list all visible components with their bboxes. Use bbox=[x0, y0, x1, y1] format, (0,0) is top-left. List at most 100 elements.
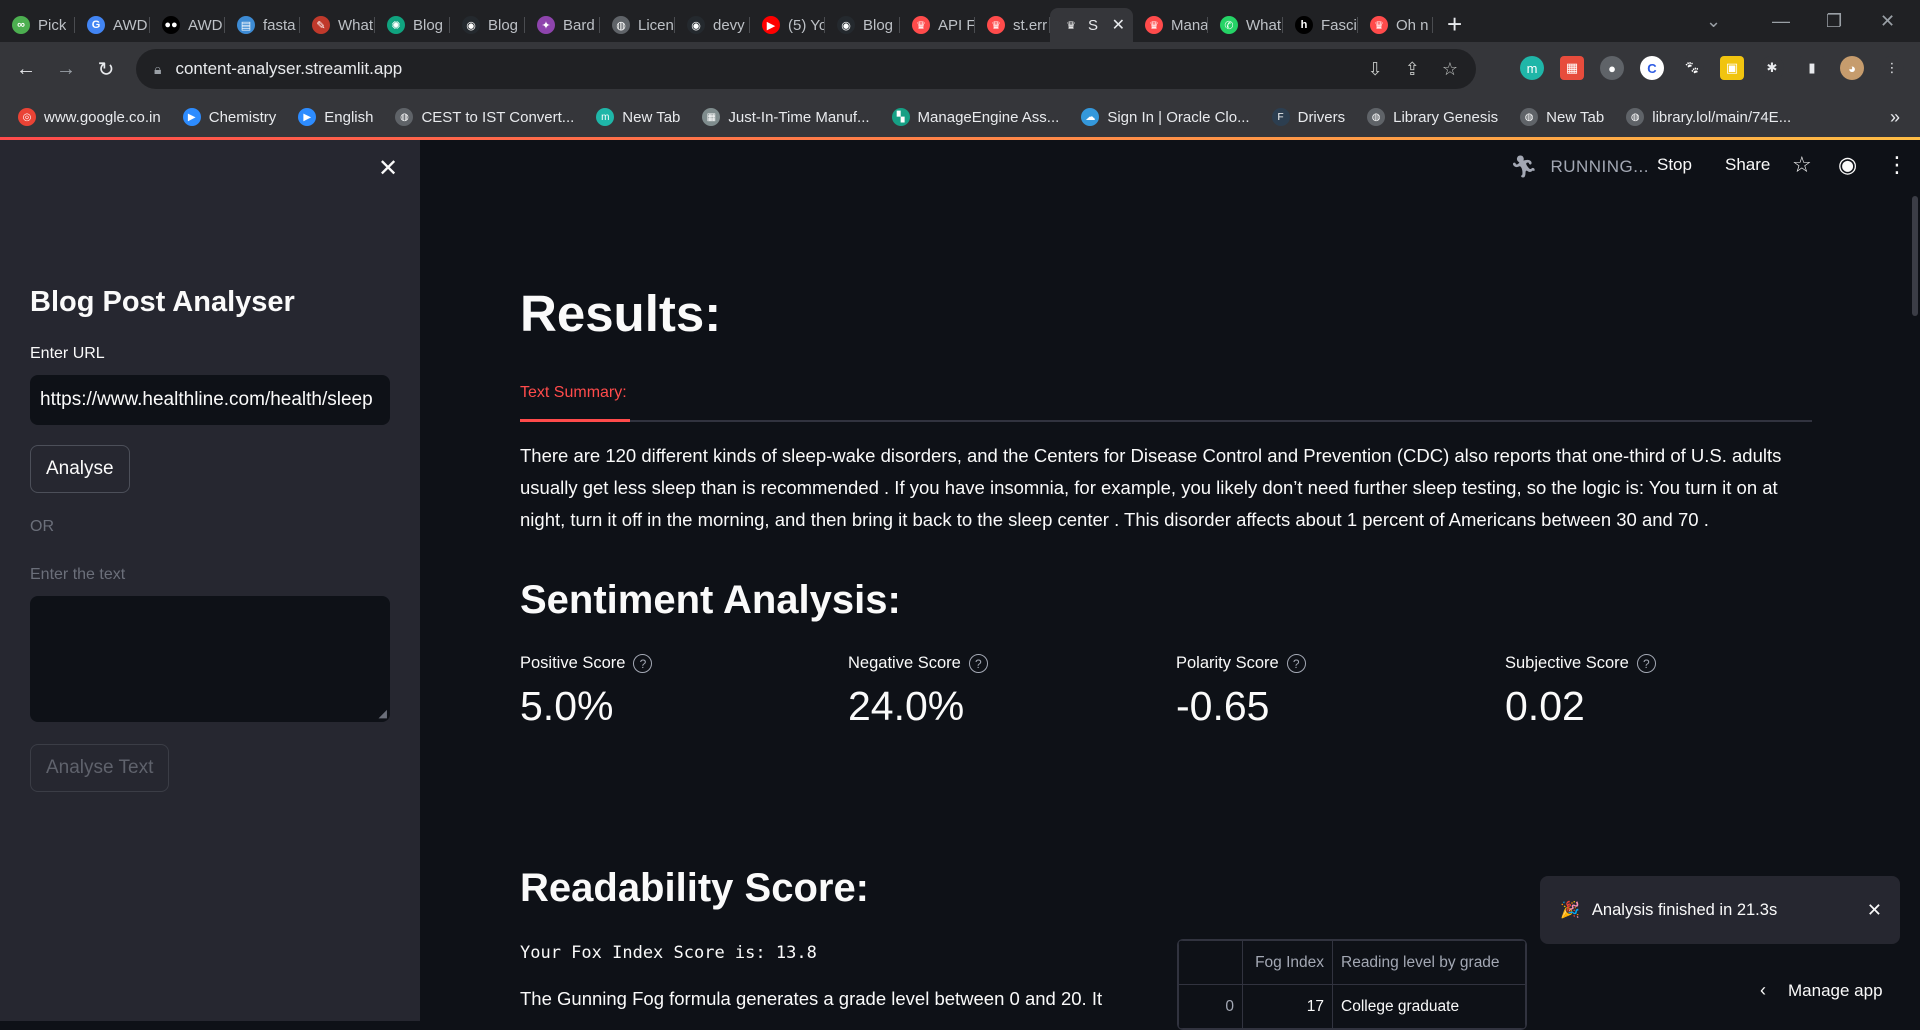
bookmark-item[interactable]: ◍ library.lol/main/74E... bbox=[1626, 108, 1791, 126]
share-page-icon[interactable]: ⇪ bbox=[1405, 59, 1420, 80]
metric-value: -0.65 bbox=[1176, 683, 1270, 729]
bookmark-list: ◎ www.google.co.in ▶ Chemistry ▶ English ◍ CEST… bbox=[18, 108, 1813, 126]
browser-tab[interactable]: ✺ Blog bbox=[375, 8, 450, 42]
side-panel-icon[interactable]: ▮ bbox=[1800, 56, 1824, 80]
sidebar: ✕ Blog Post Analyser Enter URL https://w… bbox=[0, 140, 420, 1021]
install-app-icon[interactable]: ⇩ bbox=[1368, 59, 1383, 80]
browser-tab[interactable]: ♛ S ✕ bbox=[1050, 8, 1133, 42]
metric-label: Negative Score bbox=[848, 654, 961, 672]
bookmark-star-icon[interactable]: ☆ bbox=[1442, 59, 1458, 80]
browser-tab[interactable]: ✎ What bbox=[300, 8, 375, 42]
bookmark-item[interactable]: ▶ Chemistry bbox=[182, 108, 276, 126]
extension-m-icon[interactable]: m bbox=[1520, 56, 1544, 80]
column-header-reading-level[interactable]: Reading level by grade bbox=[1332, 940, 1526, 985]
extension-gray-icon[interactable]: ● bbox=[1600, 56, 1624, 80]
column-header-fog-index[interactable]: Fog Index bbox=[1242, 940, 1333, 985]
bookmark-item[interactable]: ▶ English bbox=[298, 108, 373, 126]
resize-grip-icon[interactable]: ◢ bbox=[379, 707, 387, 720]
help-icon[interactable]: ? bbox=[1636, 654, 1656, 673]
new-tab-button[interactable]: + bbox=[1447, 9, 1462, 40]
table-header-row: Fog Index Reading level by grade bbox=[1178, 940, 1526, 985]
bookmark-item[interactable]: ◍ Library Genesis bbox=[1367, 108, 1498, 126]
tab-search-icon[interactable]: ⌄ bbox=[1706, 0, 1721, 42]
url-input[interactable]: https://www.healthline.com/health/sleep bbox=[30, 375, 390, 425]
browser-tab[interactable]: ▤ fasta bbox=[225, 8, 300, 42]
back-icon[interactable]: ← bbox=[6, 58, 46, 81]
tab-label: Pick bbox=[38, 16, 67, 34]
extension-paw-icon[interactable]: 🐾︎ bbox=[1680, 56, 1704, 80]
extension-red-icon[interactable]: ▦ bbox=[1560, 56, 1584, 80]
browser-menu-icon[interactable]: ⋮ bbox=[1880, 56, 1904, 80]
browser-tab[interactable]: ▶ (5) Yo bbox=[750, 8, 825, 42]
bookmark-item[interactable]: m New Tab bbox=[596, 108, 680, 126]
toast-close-icon[interactable]: ✕ bbox=[1867, 900, 1882, 921]
browser-tab[interactable]: ♛ st.err bbox=[975, 8, 1050, 42]
extension-c-icon[interactable]: C bbox=[1640, 56, 1664, 80]
browser-tab[interactable]: ♛ Mana bbox=[1133, 8, 1208, 42]
bookmarks-overflow-icon[interactable]: » bbox=[1890, 107, 1900, 128]
tab-label: Bard bbox=[563, 16, 595, 34]
bookmark-item[interactable]: ◎ www.google.co.in bbox=[18, 108, 161, 126]
readability-title: Readability Score: bbox=[520, 866, 870, 910]
extensions-puzzle-icon[interactable]: ✱ bbox=[1760, 56, 1784, 80]
browser-tab[interactable]: ●● AWD bbox=[150, 8, 225, 42]
browser-tab[interactable]: ✆ What bbox=[1208, 8, 1283, 42]
profile-avatar[interactable]: ◕ bbox=[1840, 56, 1864, 80]
metric-label: Positive Score bbox=[520, 654, 626, 672]
tab-label: What bbox=[338, 16, 374, 34]
bookmark-item[interactable]: ▚ ManageEngine Ass... bbox=[891, 108, 1059, 126]
bookmark-item[interactable]: F Drivers bbox=[1271, 108, 1345, 126]
column-header-index[interactable] bbox=[1178, 940, 1243, 985]
table-row: 0 17 College graduate bbox=[1178, 984, 1526, 1029]
browser-tab[interactable]: ◉ Blog bbox=[450, 8, 525, 42]
extension-folder-icon[interactable]: ▣ bbox=[1720, 56, 1744, 80]
globe-icon: ◍ bbox=[612, 16, 630, 34]
browser-tab[interactable]: ∞ Pick bbox=[0, 8, 75, 42]
bookmark-item[interactable]: ▦ Just-In-Time Manuf... bbox=[702, 108, 870, 126]
text-input-area[interactable]: ◢ bbox=[30, 596, 390, 722]
browser-tab[interactable]: ◉ devy bbox=[675, 8, 750, 42]
gunning-fog-description: The Gunning Fog formula generates a grad… bbox=[520, 988, 1103, 1009]
browser-tab[interactable]: ◉ Blog bbox=[825, 8, 900, 42]
bookmark-item[interactable]: ◍ New Tab bbox=[1520, 108, 1604, 126]
reload-icon[interactable]: ↻ bbox=[86, 57, 126, 82]
globe-icon: ◍ bbox=[395, 108, 414, 126]
m-icon: m bbox=[596, 108, 615, 126]
manage-app-button[interactable]: ‹ Manage app bbox=[1760, 980, 1883, 1001]
bookmark-item[interactable]: ◍ CEST to IST Convert... bbox=[395, 108, 574, 126]
analyse-text-button[interactable]: Analyse Text bbox=[30, 744, 170, 792]
manageengine-icon: ▚ bbox=[891, 108, 910, 126]
crown-icon: ♛ bbox=[912, 16, 930, 34]
app-menu-icon[interactable]: ⋮ bbox=[1886, 152, 1908, 178]
browser-tab[interactable]: ◍ Licen bbox=[600, 8, 675, 42]
browser-tab[interactable]: ✦ Bard bbox=[525, 8, 600, 42]
browser-tab[interactable]: G AWD bbox=[75, 8, 150, 42]
help-icon[interactable]: ? bbox=[633, 654, 653, 673]
github-icon: ◉ bbox=[837, 16, 855, 34]
ftx-icon: F bbox=[1271, 108, 1290, 126]
tab-close-icon[interactable]: ✕ bbox=[1112, 15, 1125, 35]
bookmark-item[interactable]: ☁ Sign In | Oracle Clo... bbox=[1081, 108, 1250, 126]
minimize-icon[interactable]: — bbox=[1772, 0, 1790, 42]
browser-tab[interactable]: ♛ Oh n bbox=[1358, 8, 1433, 42]
github-icon: ◉ bbox=[687, 16, 705, 34]
help-icon[interactable]: ? bbox=[968, 654, 988, 673]
crown-icon: ♛ bbox=[1145, 16, 1163, 34]
sidebar-close-icon[interactable]: ✕ bbox=[378, 154, 398, 183]
browser-tab-strip: ∞ Pick G AWD ●● AWD ▤ fasta ✎ What ✺ Blog ◉ Blog ✦ Bard… bbox=[0, 0, 1920, 42]
analyse-button[interactable]: Analyse bbox=[30, 445, 130, 493]
help-icon[interactable]: ? bbox=[1286, 654, 1306, 673]
tab-label: st.err bbox=[1013, 16, 1048, 34]
tab-label: fasta bbox=[263, 16, 296, 34]
forward-icon[interactable]: → bbox=[46, 58, 86, 81]
tab-text-summary[interactable]: Text Summary: bbox=[520, 382, 630, 422]
main-scrollbar[interactable] bbox=[1912, 196, 1918, 316]
readability-table[interactable]: Fog Index Reading level by grade 0 17 Co… bbox=[1177, 939, 1527, 1030]
globe-icon: ◍ bbox=[1626, 108, 1645, 126]
browser-tab[interactable]: ♛ API F bbox=[900, 8, 975, 42]
restore-icon[interactable]: ❐ bbox=[1826, 0, 1842, 42]
github-icon[interactable]: ◉ bbox=[1838, 152, 1857, 178]
address-bar[interactable]: 🔒︎ content-analyser.streamlit.app ⇩ ⇪ ☆ bbox=[136, 49, 1476, 89]
browser-tab[interactable]: h Fasci bbox=[1283, 8, 1358, 42]
close-window-icon[interactable]: ✕ bbox=[1880, 0, 1895, 42]
